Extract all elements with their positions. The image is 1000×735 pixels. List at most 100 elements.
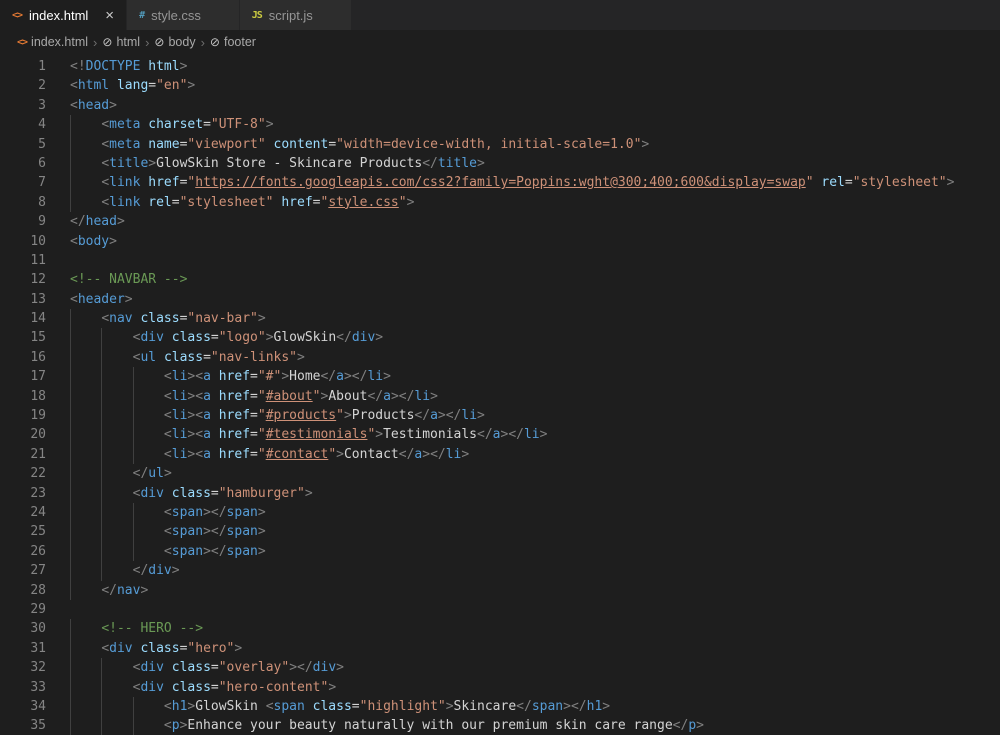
code-editor[interactable]: 1234567891011121314151617181920212223242… xyxy=(0,54,1000,735)
line-number[interactable]: 12 xyxy=(0,270,70,289)
line-number[interactable]: 8 xyxy=(0,193,70,212)
code-line[interactable]: <header> xyxy=(70,290,1000,309)
close-tab-icon[interactable]: × xyxy=(105,8,114,23)
line-number[interactable]: 29 xyxy=(0,600,70,619)
code-line[interactable]: <head> xyxy=(70,96,1000,115)
code-content[interactable]: <!DOCTYPE html><html lang="en"><head> <m… xyxy=(70,57,1000,735)
code-token: > xyxy=(540,427,548,442)
code-line[interactable]: <li><a href="#testimonials">Testimonials… xyxy=(70,425,1000,444)
code-line[interactable]: <!-- HERO --> xyxy=(70,619,1000,638)
line-number[interactable]: 11 xyxy=(0,251,70,270)
code-line[interactable]: <span></span> xyxy=(70,503,1000,522)
code-line[interactable]: <!-- NAVBAR --> xyxy=(70,270,1000,289)
line-number[interactable]: 3 xyxy=(0,96,70,115)
line-number[interactable]: 19 xyxy=(0,406,70,425)
code-line[interactable]: <h1>GlowSkin <span class="highlight">Ski… xyxy=(70,697,1000,716)
line-number[interactable]: 35 xyxy=(0,716,70,735)
indent-guide xyxy=(133,387,134,406)
line-number[interactable]: 32 xyxy=(0,658,70,677)
code-token: ></ xyxy=(203,505,226,520)
code-line[interactable]: </head> xyxy=(70,212,1000,231)
code-line[interactable] xyxy=(70,251,1000,270)
code-line[interactable]: </ul> xyxy=(70,464,1000,483)
code-token: DOCTYPE xyxy=(86,59,141,74)
code-line[interactable]: <li><a href="#">Home</a></li> xyxy=(70,367,1000,386)
code-token: > xyxy=(297,350,305,365)
line-number[interactable]: 21 xyxy=(0,445,70,464)
code-token: >< xyxy=(187,389,203,404)
line-number[interactable]: 27 xyxy=(0,561,70,580)
line-number[interactable]: 20 xyxy=(0,425,70,444)
code-token: "UTF-8" xyxy=(211,117,266,132)
code-line[interactable]: <link href="https://fonts.googleapis.com… xyxy=(70,173,1000,192)
code-token: > xyxy=(375,330,383,345)
line-number[interactable]: 5 xyxy=(0,135,70,154)
code-line[interactable]: <span></span> xyxy=(70,542,1000,561)
line-number[interactable]: 25 xyxy=(0,522,70,541)
line-number[interactable]: 9 xyxy=(0,212,70,231)
code-token: div xyxy=(140,330,163,345)
code-line[interactable]: <li><a href="#about">About</a></li> xyxy=(70,387,1000,406)
code-token: = xyxy=(203,117,211,132)
code-line[interactable]: <div class="overlay"></div> xyxy=(70,658,1000,677)
code-line[interactable]: <li><a href="#products">Products</a></li… xyxy=(70,406,1000,425)
code-line[interactable]: <nav class="nav-bar"> xyxy=(70,309,1000,328)
indent-guide xyxy=(70,561,71,580)
code-token: < xyxy=(266,699,274,714)
line-number[interactable]: 28 xyxy=(0,581,70,600)
line-number[interactable]: 17 xyxy=(0,367,70,386)
breadcrumb-item-index.html[interactable]: <>index.html xyxy=(17,35,88,49)
code-token: rel xyxy=(148,195,171,210)
line-number[interactable]: 2 xyxy=(0,76,70,95)
code-line[interactable]: <body> xyxy=(70,232,1000,251)
line-number[interactable]: 24 xyxy=(0,503,70,522)
line-number[interactable]: 10 xyxy=(0,232,70,251)
code-line[interactable]: <meta charset="UTF-8"> xyxy=(70,115,1000,134)
indent-guide xyxy=(70,639,71,658)
line-number[interactable]: 26 xyxy=(0,542,70,561)
code-line[interactable] xyxy=(70,600,1000,619)
code-line[interactable]: <div class="hamburger"> xyxy=(70,484,1000,503)
code-line[interactable]: <!DOCTYPE html> xyxy=(70,57,1000,76)
code-line[interactable]: <span></span> xyxy=(70,522,1000,541)
line-number[interactable]: 34 xyxy=(0,697,70,716)
code-line[interactable]: <title>GlowSkin Store - Skincare Product… xyxy=(70,154,1000,173)
line-number[interactable]: 22 xyxy=(0,464,70,483)
line-number[interactable]: 14 xyxy=(0,309,70,328)
breadcrumb-item-footer[interactable]: ⊘footer xyxy=(210,35,256,49)
code-line[interactable]: <p>Enhance your beauty naturally with ou… xyxy=(70,716,1000,735)
code-token: #contact xyxy=(266,447,329,462)
code-line[interactable]: <link rel="stylesheet" href="style.css"> xyxy=(70,193,1000,212)
line-number[interactable]: 1 xyxy=(0,57,70,76)
tab-script.js[interactable]: JSscript.js× xyxy=(240,0,352,30)
line-number[interactable]: 18 xyxy=(0,387,70,406)
code-token xyxy=(70,447,164,462)
code-token: = xyxy=(250,369,258,384)
line-number[interactable]: 15 xyxy=(0,328,70,347)
line-number[interactable]: 31 xyxy=(0,639,70,658)
code-token: class xyxy=(140,311,179,326)
line-number[interactable]: 13 xyxy=(0,290,70,309)
code-line[interactable]: <div class="logo">GlowSkin</div> xyxy=(70,328,1000,347)
tab-index.html[interactable]: <>index.html× xyxy=(0,0,127,30)
line-number[interactable]: 30 xyxy=(0,619,70,638)
code-line[interactable]: <div class="hero"> xyxy=(70,639,1000,658)
code-line[interactable]: <li><a href="#contact">Contact</a></li> xyxy=(70,445,1000,464)
line-number[interactable]: 4 xyxy=(0,115,70,134)
line-number[interactable]: 16 xyxy=(0,348,70,367)
indent-guide xyxy=(101,387,102,406)
breadcrumb-item-html[interactable]: ⊘html xyxy=(102,35,140,49)
line-number[interactable]: 23 xyxy=(0,484,70,503)
line-number[interactable]: 6 xyxy=(0,154,70,173)
tab-style.css[interactable]: #style.css× xyxy=(127,0,240,30)
code-token xyxy=(266,137,274,152)
line-number[interactable]: 7 xyxy=(0,173,70,192)
code-line[interactable]: <div class="hero-content"> xyxy=(70,678,1000,697)
code-line[interactable]: </div> xyxy=(70,561,1000,580)
line-number[interactable]: 33 xyxy=(0,678,70,697)
breadcrumb-item-body[interactable]: ⊘body xyxy=(154,35,195,49)
code-line[interactable]: <html lang="en"> xyxy=(70,76,1000,95)
code-line[interactable]: <meta name="viewport" content="width=dev… xyxy=(70,135,1000,154)
code-line[interactable]: <ul class="nav-links"> xyxy=(70,348,1000,367)
code-line[interactable]: </nav> xyxy=(70,581,1000,600)
